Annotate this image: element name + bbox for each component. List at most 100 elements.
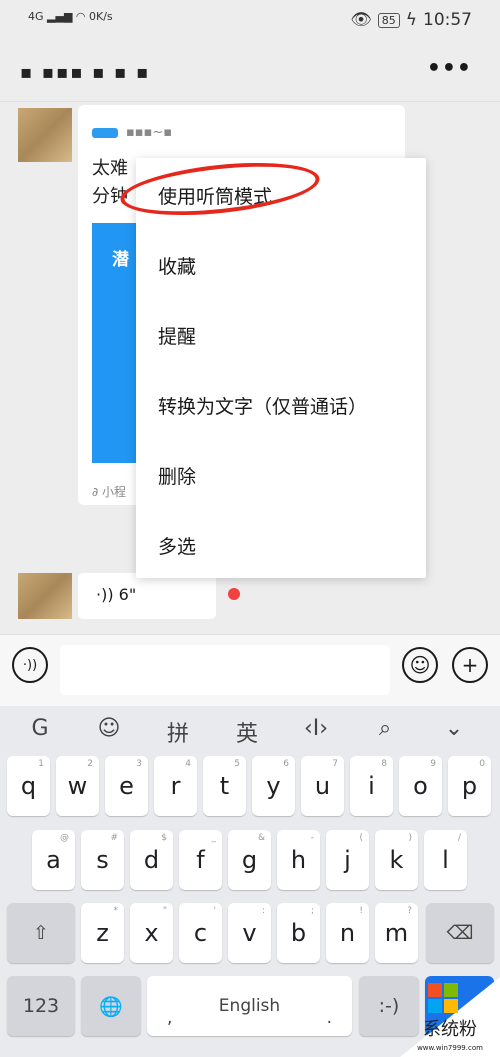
key-hint: $ [161,833,167,843]
key-label: u [314,772,331,800]
voice-message[interactable]: ·)) 6" [78,573,216,619]
menu-item-favorite[interactable]: 收藏 [158,252,196,279]
key-s[interactable]: s # [81,830,124,890]
key-k[interactable]: k) [375,830,418,890]
key-d[interactable]: d $ [130,830,173,890]
menu-item-remind[interactable]: 提醒 [158,322,196,349]
battery: 85 [377,12,400,28]
key-q[interactable]: q1 [7,756,50,816]
card-source: ▪▪▪~▪ [92,125,172,140]
key-label: e [119,772,134,800]
key-hint: # [110,833,118,843]
shift-key[interactable]: ⇧ [7,903,75,963]
key-c[interactable]: c ' [179,903,222,963]
key-hint: 1 [38,759,44,769]
cursor-icon[interactable]: ‹I› [296,716,336,741]
key-p[interactable]: p0 [448,756,491,816]
context-menu: 使用听筒模式 收藏 提醒 转换为文字（仅普通话） 删除 多选 [136,158,426,578]
message-input[interactable] [60,645,390,695]
search-icon[interactable]: ⌕ [365,716,405,741]
signal-icon: 4G [28,10,44,23]
key-l[interactable]: l / [424,830,467,890]
card-text-line: 太难 [92,158,128,179]
key-j[interactable]: j( [326,830,369,890]
collapse-icon[interactable]: ⌄ [434,716,474,741]
key-label: n [339,919,356,947]
key-label: j [344,846,351,874]
chat-header: ▪ ▪▪▪ ▪ ▪ ▪ ••• [0,40,500,102]
key-m[interactable]: m? [375,903,418,963]
key-label: s [96,846,109,874]
english-button[interactable]: 英 [227,716,267,748]
globe-key[interactable]: 🌐 [81,976,141,1036]
key-hint: 8 [381,759,387,769]
key-hint: ? [407,906,412,916]
numbers-key[interactable]: 123 [7,976,75,1036]
key-w[interactable]: w2 [56,756,99,816]
menu-item-delete[interactable]: 删除 [158,462,196,489]
key-e[interactable]: e3 [105,756,148,816]
key-a[interactable]: a @ [32,830,75,890]
menu-item-multiselect[interactable]: 多选 [158,532,196,559]
key-label: o [413,772,428,800]
key-label: y [266,772,281,800]
key-label: r [170,772,181,800]
key-f[interactable]: f _ [179,830,222,890]
key-hint: : [261,906,265,916]
key-v[interactable]: v: [228,903,271,963]
key-hint: ! [359,906,363,916]
voice-duration: 6" [118,585,137,604]
key-i[interactable]: i8 [350,756,393,816]
key-t[interactable]: t5 [203,756,246,816]
period-label: . [326,1008,332,1028]
avatar[interactable] [18,573,72,619]
key-g[interactable]: g & [228,830,271,890]
key-label: h [290,846,307,874]
key-hint: ) [408,833,412,843]
key-hint: & [257,833,265,843]
key-label: d [143,846,160,874]
status-right: 👁 85 ϟ 10:57 [350,10,472,30]
key-hint: 2 [87,759,93,769]
key-y[interactable]: y6 [252,756,295,816]
key-b[interactable]: b; [277,903,320,963]
key-label: g [241,846,258,874]
watermark-logo: 系统粉 www.win7999.com [400,977,500,1057]
space-label: English [218,996,281,1016]
key-x[interactable]: x " [130,903,173,963]
key-label: b [290,919,307,947]
key-label: a [46,846,61,874]
mini-program-icon: ∂ [92,485,99,499]
voice-icon: ·)) [96,585,119,604]
key-r[interactable]: r4 [154,756,197,816]
plus-icon[interactable]: + [452,647,488,683]
key-u[interactable]: u7 [301,756,344,816]
key-h[interactable]: h- [277,830,320,890]
key-hint: ; [310,906,314,916]
key-hint: " [162,906,167,916]
key-label: f [196,846,205,874]
key-hint: * [113,906,119,916]
space-key[interactable]: , English. [147,976,352,1036]
key-label: l [442,846,449,874]
key-label: i [368,772,375,800]
key-o[interactable]: o9 [399,756,442,816]
charging-icon: ϟ [405,10,417,30]
avatar[interactable] [18,108,72,162]
key-label: c [193,919,208,947]
key-z[interactable]: z * [81,903,124,963]
pinyin-button[interactable]: 拼 [158,716,198,748]
google-icon[interactable]: G [20,716,60,741]
menu-item-convert-to-text[interactable]: 转换为文字（仅普通话） [158,392,367,419]
more-button[interactable]: ••• [427,56,472,81]
emoji-icon[interactable]: ☺ [89,716,129,741]
clock: 10:57 [423,10,472,30]
emoji-icon[interactable]: ☺ [402,647,438,683]
key-hint: / [457,833,461,843]
voice-input-icon[interactable]: ·)) [12,647,48,683]
key-n[interactable]: n! [326,903,369,963]
key-label: w [67,772,88,800]
key-hint: ' [213,906,216,916]
backspace-key[interactable]: ⌫ [426,903,494,963]
status-left: 4G ▂▄▆ ◠ 0K/s [28,10,113,23]
